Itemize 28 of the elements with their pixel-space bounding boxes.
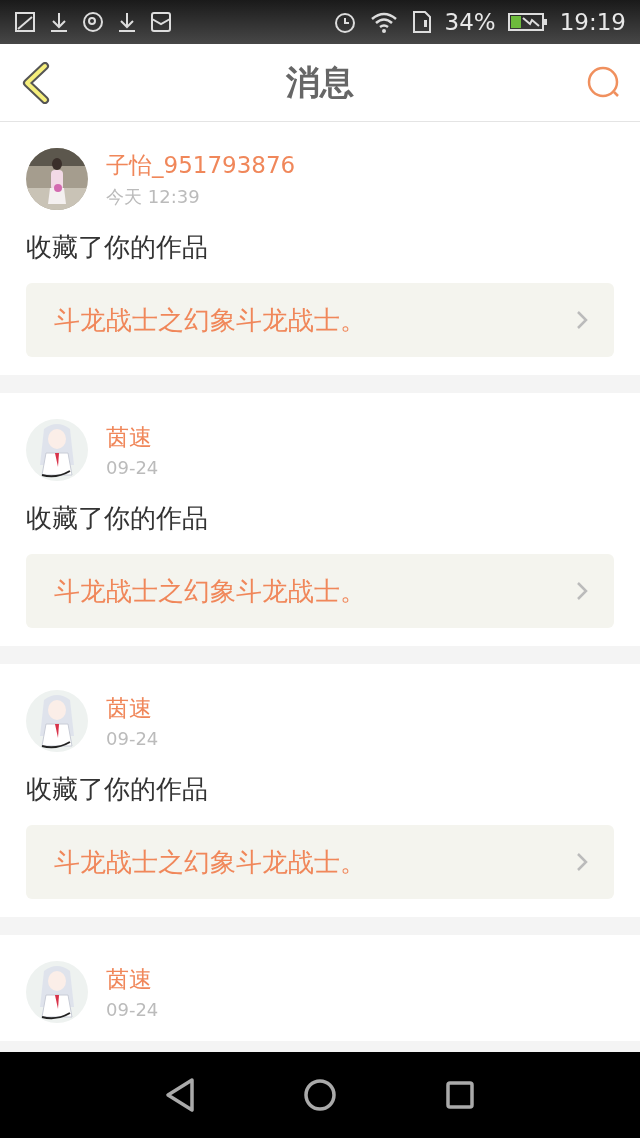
chevron-right-icon <box>576 581 588 601</box>
battery-icon <box>507 12 548 32</box>
user-name[interactable]: 茵速 <box>106 422 159 453</box>
message-text: 收藏了你的作品 <box>26 773 209 806</box>
sim-card-icon <box>410 10 433 34</box>
clock-time: 19:19 <box>559 9 626 35</box>
work-link[interactable]: 斗龙战士之幻象斗龙战士。 <box>26 554 614 628</box>
user-name[interactable]: 茵速 <box>106 693 159 724</box>
work-link[interactable]: 斗龙战士之幻象斗龙战士。 <box>26 825 614 899</box>
envelope-icon <box>150 11 172 33</box>
user-name[interactable]: 子怡_951793876 <box>106 149 296 181</box>
message-time: 09-24 <box>106 999 159 1020</box>
page-title: 消息 <box>286 60 354 104</box>
image-icon <box>14 11 36 33</box>
battery-percentage: 34% <box>444 9 496 35</box>
work-link[interactable]: 斗龙战士之幻象斗龙战士。 <box>26 283 614 357</box>
message-time: 09-24 <box>106 728 159 749</box>
user-name[interactable]: 茵速 <box>106 964 159 995</box>
circle-icon <box>82 11 104 33</box>
message-time: 今天 12:39 <box>106 184 201 209</box>
alarm-icon <box>332 10 357 34</box>
download-icon <box>116 11 138 33</box>
chevron-right-icon <box>576 310 588 330</box>
message-text: 收藏了你的作品 <box>26 231 209 264</box>
download-icon <box>48 11 70 33</box>
message-time: 09-24 <box>106 457 159 478</box>
message-text: 收藏了你的作品 <box>26 502 209 535</box>
chevron-right-icon <box>576 852 588 872</box>
